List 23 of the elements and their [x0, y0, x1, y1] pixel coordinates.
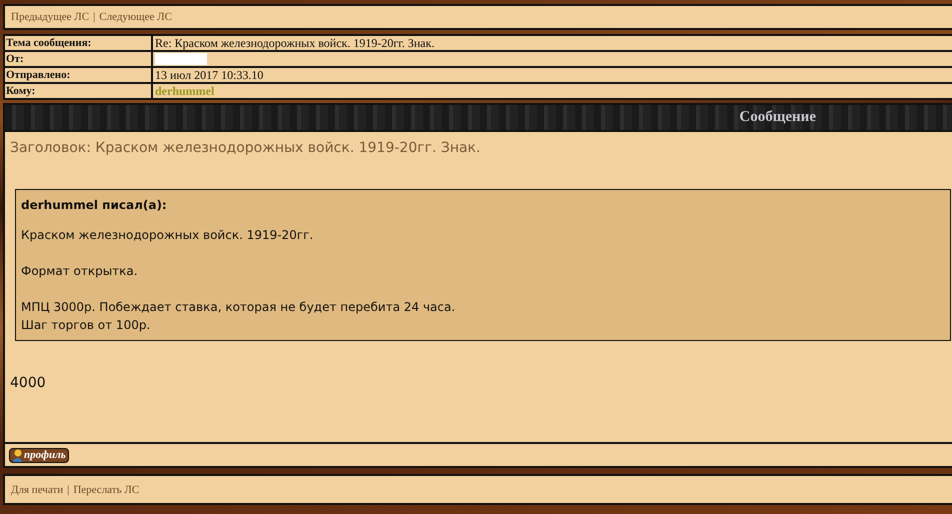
- nav-link[interactable]: Переслать ЛС: [73, 484, 140, 496]
- message-subject: Заголовок: Краском железнодорожных войск. 1919-20гг. Знак.: [10, 140, 482, 156]
- field-label: Кому:: [5, 84, 153, 98]
- nav-link[interactable]: Предыдущее ЛС: [11, 11, 90, 23]
- nav-link[interactable]: Следующее ЛС: [99, 11, 172, 23]
- message-text: 4000: [10, 375, 47, 391]
- quote-author: derhummel писал(а):: [21, 198, 168, 212]
- nav-link[interactable]: Для печати: [11, 484, 64, 496]
- field-label: Отправлено:: [5, 68, 153, 84]
- redacted-block: [155, 53, 207, 65]
- field-label: Тема сообщения:: [5, 36, 153, 52]
- quote-line: Краском железнодорожных войск. 1919-20гг.: [21, 227, 314, 244]
- separator: |: [93, 11, 96, 23]
- profile-button[interactable]: профиль: [9, 448, 69, 462]
- field-value: 13 июл 2017 10:33.10: [153, 68, 952, 84]
- field-value: Re: Краском железнодорожных войск. 1919-20гг. Знак.: [153, 36, 952, 52]
- separator: |: [67, 484, 70, 496]
- quote-line: Шаг торгов от 100р.: [21, 317, 152, 334]
- field-label: От:: [5, 52, 153, 68]
- user-icon: [12, 448, 23, 462]
- quote-line: МПЦ 3000р. Побеждает ставка, которая не будет перебита 24 часа.: [21, 299, 456, 316]
- quote-line: Формат открытка.: [21, 263, 139, 280]
- section-title: Сообщение: [739, 109, 816, 126]
